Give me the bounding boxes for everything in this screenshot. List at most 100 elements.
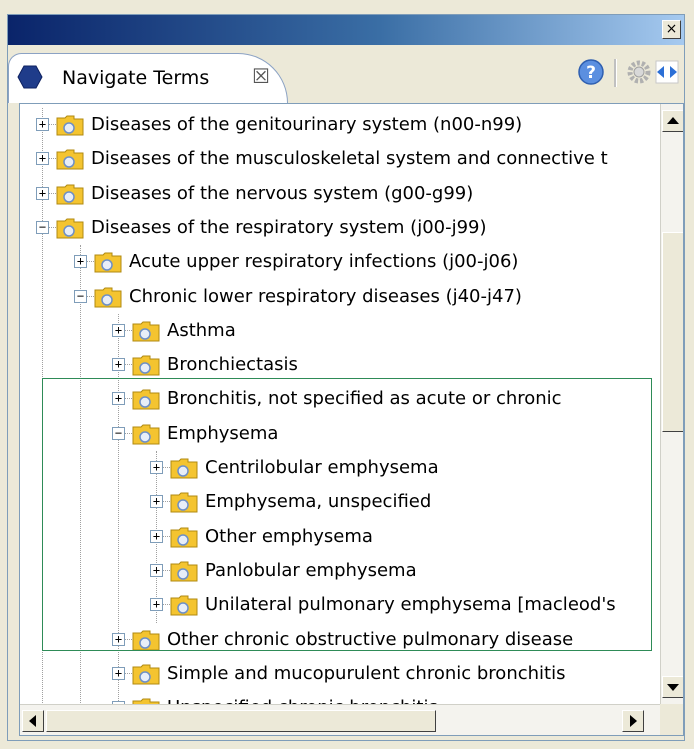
folder-icon (132, 630, 160, 650)
folder-icon (170, 458, 198, 479)
svg-text:?: ? (586, 63, 596, 83)
expand-toggle-icon[interactable]: + (36, 152, 49, 166)
tree-item-label: Other chronic obstructive pulmonary dise… (167, 628, 574, 650)
collapse-toggle-icon[interactable]: − (36, 220, 49, 234)
folder-icon (132, 664, 160, 685)
expand-toggle-icon[interactable]: + (150, 529, 163, 543)
tree-item-label: Chronic lower respiratory diseases (j40-… (129, 285, 522, 307)
toolbar-separator (614, 59, 617, 87)
folder-icon (170, 561, 198, 582)
tree-item[interactable]: + Unilateral pulmonary emphysema [macleod… (20, 588, 660, 622)
title-bar[interactable]: × (8, 15, 684, 45)
arrow-left-icon (29, 715, 36, 727)
collapse-toggle-icon[interactable]: − (112, 426, 125, 440)
tab-bar: Navigate Terms ☒ ? (8, 45, 684, 103)
close-window-button[interactable]: × (662, 20, 681, 39)
tree-item[interactable]: + Bronchitis, not specified as acute or c… (20, 382, 660, 416)
expand-toggle-icon[interactable]: + (112, 666, 125, 680)
expand-toggle-icon[interactable]: + (150, 563, 163, 577)
link-editor-icon[interactable] (652, 57, 682, 87)
help-icon[interactable]: ? (576, 57, 606, 87)
expand-toggle-icon[interactable]: + (112, 323, 125, 337)
expand-toggle-icon[interactable]: + (36, 186, 49, 200)
view-toolbar: ? (534, 53, 684, 97)
tree-item[interactable]: + Diseases of the nervous system (g00-g99… (20, 177, 660, 211)
tree-item[interactable]: + Diseases of the musculoskeletal system … (20, 142, 660, 176)
tree-item-label: Diseases of the nervous system (g00-g99) (91, 182, 474, 204)
expand-toggle-icon[interactable]: + (36, 118, 49, 131)
tree-item[interactable]: + Bronchiectasis (20, 348, 660, 382)
tree-item-label: Unspecified chronic bronchitis (167, 697, 438, 704)
tree-item-label: Diseases of the genitourinary system (n0… (91, 114, 523, 135)
tree-item-label: Centrilobular emphysema (205, 457, 439, 478)
tree-item[interactable]: − Diseases of the respiratory system (j00… (20, 211, 660, 245)
tree-item[interactable]: + Other chronic obstructive pulmonary dis… (20, 623, 660, 657)
scroll-down-button[interactable] (662, 676, 683, 698)
horizontal-scroll-thumb[interactable] (46, 710, 436, 732)
folder-icon (132, 321, 160, 342)
expand-toggle-icon[interactable]: + (150, 495, 163, 509)
tree-item[interactable]: + Asthma (20, 314, 660, 348)
scroll-up-button[interactable] (662, 110, 683, 132)
folder-icon (170, 492, 198, 513)
tree-item[interactable]: − Chronic lower respiratory diseases (j40… (20, 280, 660, 314)
expand-toggle-icon[interactable]: + (112, 392, 125, 406)
tree-item[interactable]: + Centrilobular emphysema (20, 451, 660, 485)
tab-label: Navigate Terms (62, 67, 210, 89)
arrow-right-icon (630, 715, 637, 727)
tree-item[interactable]: + Other emphysema (20, 520, 660, 554)
folder-icon (56, 218, 84, 239)
tree-item-label: Diseases of the musculoskeletal system a… (91, 148, 608, 170)
expand-toggle-icon[interactable]: + (150, 461, 163, 474)
tree-view[interactable]: + Diseases of the genitourinary system (n… (19, 103, 684, 736)
folder-icon (132, 389, 160, 410)
tree-item-label: Emphysema, unspecified (205, 491, 432, 513)
tree-item[interactable]: + Acute upper respiratory infections (j00… (20, 245, 660, 279)
tree-item-label: Panlobular emphysema (205, 559, 417, 581)
arrow-up-icon (667, 117, 679, 124)
terms-tree[interactable]: + Diseases of the genitourinary system (n… (20, 104, 660, 704)
folder-icon (132, 698, 160, 704)
scrollbar-corner (660, 704, 683, 735)
tree-item-label: Bronchiectasis (167, 354, 298, 376)
tree-item-label: Asthma (167, 319, 236, 341)
gear-icon[interactable] (624, 57, 654, 87)
scroll-right-button[interactable] (622, 710, 644, 732)
tree-item-label: Diseases of the respiratory system (j00-… (91, 216, 487, 238)
tree-item[interactable]: + Simple and mucopurulent chronic bronchi… (20, 657, 660, 691)
tab-close-icon[interactable]: ☒ (252, 64, 270, 88)
navigate-terms-window: × Navigate Terms ☒ ? + Diseases of the g… (0, 0, 694, 749)
tree-item-label: Bronchitis, not specified as acute or ch… (167, 388, 562, 410)
vertical-scroll-thumb[interactable] (662, 232, 683, 432)
expand-toggle-icon[interactable]: + (74, 255, 87, 269)
tab-navigate-terms[interactable]: Navigate Terms ☒ (8, 53, 288, 103)
vertical-scrollbar[interactable] (660, 104, 683, 704)
tree-item[interactable]: + Emphysema, unspecified (20, 485, 660, 519)
tree-item-label: Emphysema (167, 422, 279, 444)
tree-item-label: Other emphysema (205, 525, 373, 547)
folder-icon (56, 115, 84, 136)
expand-toggle-icon[interactable]: + (112, 632, 125, 646)
close-icon: × (665, 21, 678, 37)
folder-icon (170, 595, 198, 616)
folder-icon (56, 184, 84, 205)
hexagon-view-icon (17, 65, 43, 89)
folder-icon (132, 424, 160, 445)
folder-icon (56, 149, 84, 170)
tree-item[interactable]: + Panlobular emphysema (20, 554, 660, 588)
arrow-down-icon (667, 684, 679, 691)
expand-toggle-icon[interactable]: + (150, 598, 163, 612)
collapse-toggle-icon[interactable]: − (74, 289, 87, 303)
horizontal-scrollbar[interactable] (20, 704, 660, 735)
tree-item-label: Unilateral pulmonary emphysema [macleod'… (205, 594, 616, 616)
expand-toggle-icon[interactable]: + (112, 358, 125, 372)
tree-item-label: Simple and mucopurulent chronic bronchit… (167, 662, 566, 684)
tree-item[interactable]: + Diseases of the genitourinary system (n… (20, 108, 660, 142)
tree-item[interactable]: − Emphysema (20, 417, 660, 451)
tree-item-label: Acute upper respiratory infections (j00-… (129, 251, 519, 273)
folder-icon (170, 527, 198, 548)
scroll-left-button[interactable] (22, 710, 44, 732)
folder-icon (94, 287, 122, 307)
folder-icon (132, 355, 160, 376)
tree-item[interactable]: +Unspecified chronic bronchitis (20, 691, 660, 704)
